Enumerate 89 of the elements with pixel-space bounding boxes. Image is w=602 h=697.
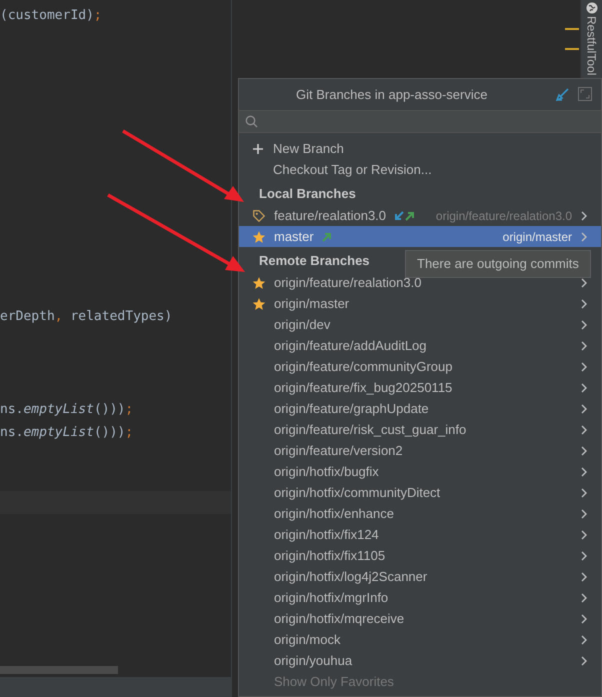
chevron-right-icon <box>580 278 588 288</box>
branch-item[interactable]: origin/hotfix/fix124 <box>239 524 601 545</box>
branch-item[interactable]: origin/youhua <box>239 650 601 671</box>
star-icon <box>252 296 266 310</box>
branch-name: origin/hotfix/mqreceive <box>274 610 404 628</box>
chevron-right-icon <box>580 656 588 666</box>
menu-item[interactable]: Checkout Tag or Revision... <box>273 160 432 180</box>
branch-item[interactable]: origin/hotfix/communityDitect <box>239 482 601 503</box>
search-icon <box>245 115 258 128</box>
branch-item[interactable]: origin/hotfix/log4j2Scanner <box>239 566 601 587</box>
chevron-right-icon <box>580 210 588 220</box>
restful-tool-tab[interactable]: RestfulTool <box>582 16 600 76</box>
outgoing-arrow-icon <box>322 232 332 242</box>
branch-name: origin/feature/fix_bug20250115 <box>274 378 452 397</box>
branch-item[interactable]: origin/hotfix/bugfix <box>239 461 601 482</box>
branch-item[interactable]: origin/feature/graphUpdate <box>239 398 601 419</box>
chevron-right-icon <box>580 340 588 350</box>
branch-item[interactable]: origin/dev <box>239 314 601 335</box>
menu-item[interactable]: New Branch <box>273 138 344 158</box>
tooltip: There are outgoing commits <box>405 250 591 278</box>
incoming-arrow-icon <box>394 210 404 220</box>
branch-item[interactable]: origin/mock <box>239 629 601 650</box>
star-icon <box>252 230 266 244</box>
chevron-right-icon <box>580 424 588 434</box>
chevron-right-icon <box>580 446 588 456</box>
branch-name: origin/hotfix/fix124 <box>274 526 379 544</box>
expand-icon[interactable] <box>578 87 592 101</box>
branch-item[interactable]: origin/feature/communityGroup <box>239 356 601 377</box>
pencil-icon[interactable] <box>556 88 569 101</box>
chevron-right-icon <box>580 592 588 602</box>
branch-name: origin/hotfix/fix1105 <box>274 546 386 565</box>
branch-name: feature/realation3.0 <box>274 206 386 225</box>
branch-item[interactable]: origin/hotfix/mqreceive <box>239 608 601 629</box>
chevron-right-icon <box>580 530 588 540</box>
chevron-right-icon <box>580 404 588 414</box>
branch-name: origin/feature/version2 <box>274 442 403 460</box>
section-heading: Local Branches <box>259 184 356 202</box>
code-line: (customerId); <box>0 7 103 25</box>
chevron-right-icon <box>580 614 588 624</box>
code-line: ns.emptyList())); <box>0 424 134 442</box>
branch-item[interactable]: master origin/master <box>239 226 601 247</box>
chevron-right-icon <box>580 508 588 518</box>
branch-name: origin/mock <box>274 630 340 649</box>
chevron-right-icon <box>580 634 588 644</box>
branch-name: origin/hotfix/enhance <box>274 504 394 523</box>
branch-name: origin/feature/graphUpdate <box>274 400 429 418</box>
branch-name: origin/hotfix/communityDitect <box>274 484 440 502</box>
tracking-branch: origin/feature/realation3.0 <box>436 208 572 224</box>
branch-item[interactable]: origin/feature/risk_cust_guar_info <box>239 419 601 440</box>
branch-name: origin/feature/risk_cust_guar_info <box>274 420 466 439</box>
section-heading: Remote Branches <box>259 252 370 270</box>
branch-item[interactable]: feature/realation3.0 origin/feature/realation3.0 <box>239 205 601 226</box>
branch-name: origin/hotfix/bugfix <box>274 462 379 481</box>
chevron-right-icon <box>580 466 588 476</box>
chevron-right-icon <box>580 572 588 582</box>
tracking-branch: origin/master <box>502 228 572 246</box>
outgoing-arrow-icon <box>405 210 416 220</box>
code-line: erDepth, relatedTypes) <box>0 308 174 326</box>
chevron-right-icon <box>580 298 588 308</box>
branch-item[interactable]: origin/feature/version2 <box>239 440 601 461</box>
branch-item[interactable]: origin/hotfix/fix1105 <box>239 545 601 566</box>
chevron-right-icon <box>580 362 588 372</box>
branch-name: origin/master <box>274 294 350 313</box>
scroll-marker <box>565 28 579 30</box>
branch-item[interactable]: origin/feature/addAuditLog <box>239 335 601 356</box>
scrollbar-thumb[interactable] <box>0 666 118 674</box>
branch-name: origin/hotfix/log4j2Scanner <box>274 568 428 586</box>
branch-item[interactable]: origin/master <box>239 293 601 314</box>
branch-item[interactable]: origin/hotfix/enhance <box>239 503 601 524</box>
branch-item[interactable]: origin/hotfix/mgrInfo <box>239 587 601 608</box>
chevron-right-icon <box>580 382 588 392</box>
plus-icon <box>252 142 264 154</box>
popup-title: Git Branches in app-asso-service <box>296 86 488 104</box>
branch-name: origin/hotfix/mgrInfo <box>274 588 388 607</box>
branch-name: master <box>274 228 314 246</box>
chevron-right-icon <box>580 550 588 560</box>
scroll-marker <box>565 48 579 50</box>
branch-item[interactable]: origin/feature/fix_bug20250115 <box>239 377 601 398</box>
star-icon <box>252 276 266 290</box>
branch-name: origin/feature/communityGroup <box>274 358 452 376</box>
branch-name: origin/feature/addAuditLog <box>274 336 427 355</box>
chevron-right-icon <box>580 232 588 242</box>
branch-name: origin/youhua <box>274 652 352 670</box>
chevron-right-icon <box>580 488 588 498</box>
chevron-right-icon <box>580 320 588 330</box>
search-field[interactable] <box>239 111 601 133</box>
code-line: ns.emptyList())); <box>0 401 134 420</box>
tag-icon <box>252 208 266 222</box>
branch-name: origin/dev <box>274 316 330 334</box>
